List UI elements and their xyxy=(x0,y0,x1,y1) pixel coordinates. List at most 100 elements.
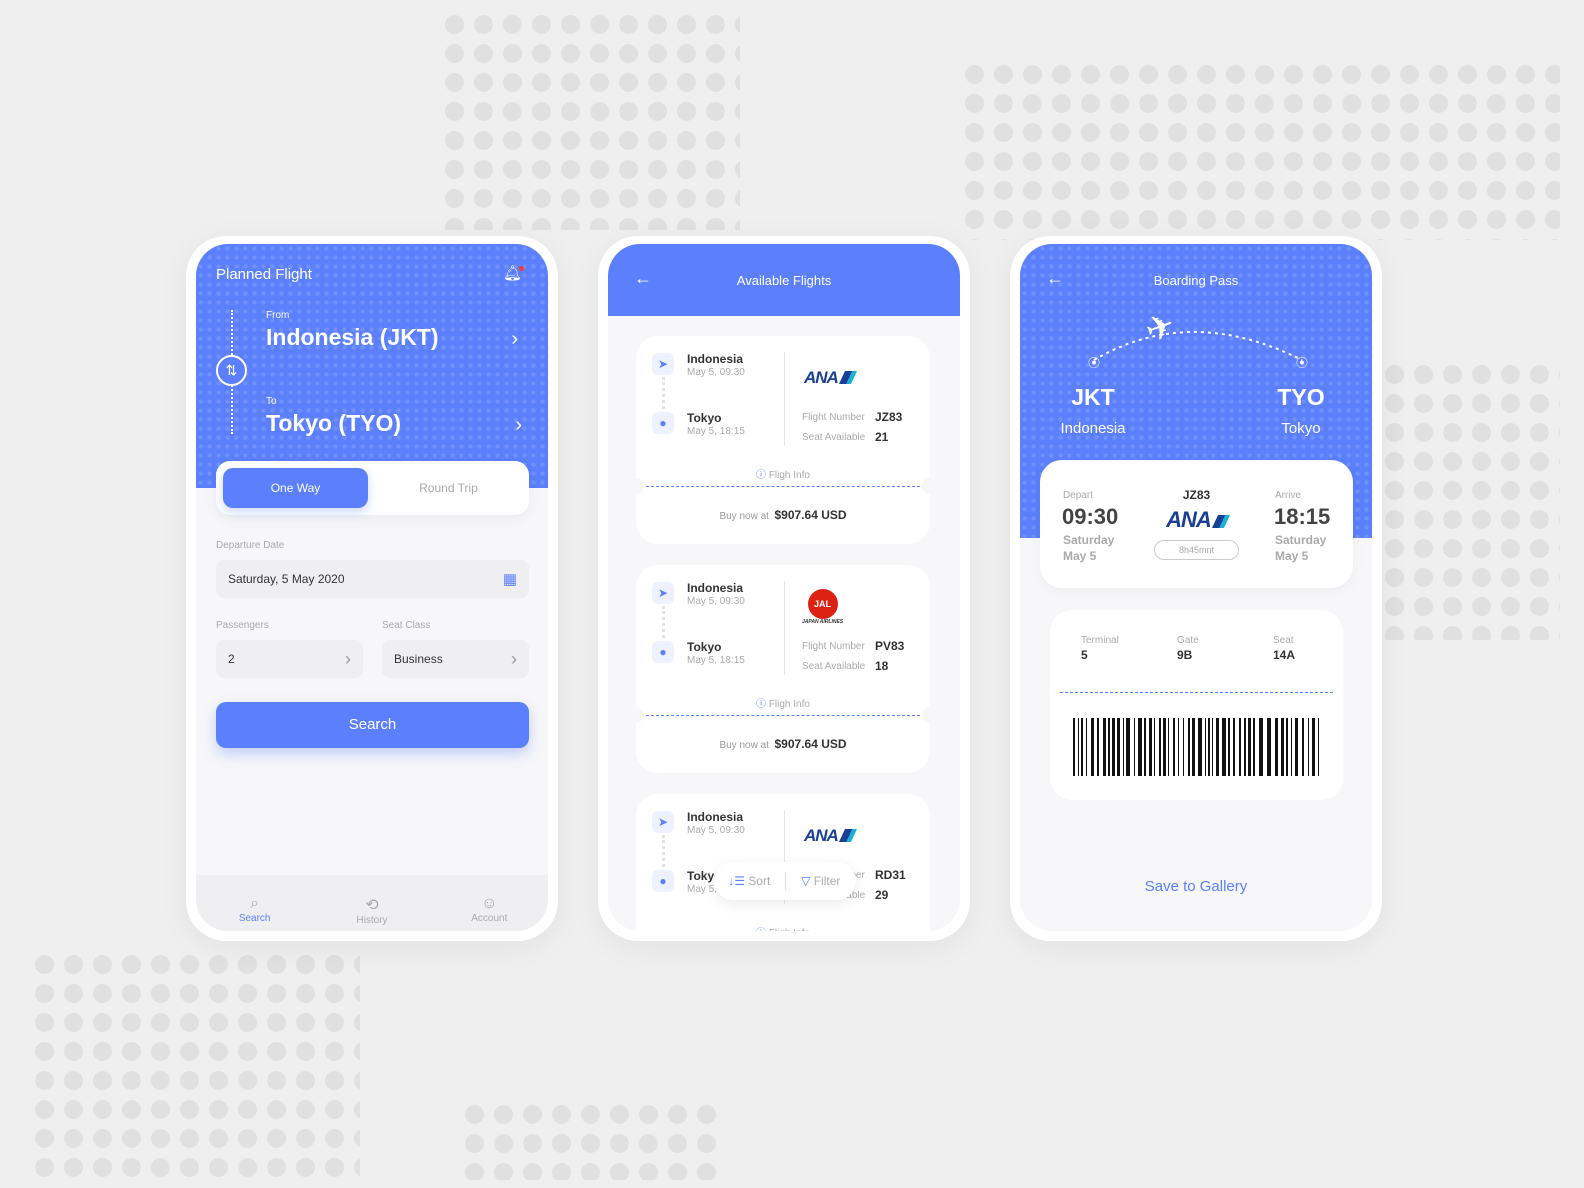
barcode-bar xyxy=(1178,718,1179,776)
sort-icon: ↓☰ xyxy=(728,874,745,888)
nav-history[interactable]: ⟲ History xyxy=(313,875,430,931)
nav-search[interactable]: ⌕ Search xyxy=(196,875,313,931)
flight-info-link[interactable]: ⓘ Fligh Info xyxy=(636,466,930,481)
tab-one-way[interactable]: One Way xyxy=(223,468,368,508)
calendar-icon[interactable]: ▦ xyxy=(503,570,517,588)
chevron-right-icon[interactable]: › xyxy=(515,414,522,437)
barcode xyxy=(1073,718,1319,776)
trip-type-toggle: One Way Round Trip xyxy=(216,461,529,515)
boarding-pass-phone: ← Boarding Pass ✈ ⦿ ⦿ JKT Indonesia TYO … xyxy=(1010,236,1382,941)
barcode-bar xyxy=(1117,718,1120,776)
info-icon: ⓘ xyxy=(756,470,767,481)
barcode-bar xyxy=(1275,718,1278,776)
departure-date-field[interactable]: Saturday, 5 May 2020 ▦ xyxy=(216,560,529,598)
barcode-bar xyxy=(1097,718,1099,776)
barcode-bar xyxy=(1091,718,1094,776)
arrive-label: Arrive xyxy=(1275,490,1302,501)
barcode-bar xyxy=(1302,718,1304,776)
barcode-bar xyxy=(1112,718,1115,776)
from-code: JKT xyxy=(1071,384,1115,410)
from-field[interactable]: Indonesia (JKT) xyxy=(266,324,439,351)
barcode-bar xyxy=(1312,718,1315,776)
barcode-bar xyxy=(1239,718,1241,776)
barcode-bar xyxy=(1205,718,1206,776)
flight-card[interactable]: ➤ ● Indonesia May 5, 09:30 Tokyo May 5, … xyxy=(628,565,938,773)
tab-round-trip[interactable]: Round Trip xyxy=(376,468,521,508)
map-dots xyxy=(30,950,360,1180)
info-icon: ⓘ xyxy=(756,928,766,931)
terminal-label: Terminal xyxy=(1081,635,1119,646)
barcode-bar xyxy=(1228,718,1230,776)
barcode-bar xyxy=(1253,718,1255,776)
duration-badge: 8h45mnt xyxy=(1154,540,1239,560)
to-label: To xyxy=(266,396,277,407)
barcode-bar xyxy=(1198,718,1202,776)
available-flights-phone: ← Available Flights ➤ ● Indonesia May 5,… xyxy=(598,236,970,941)
barcode-bar xyxy=(1126,718,1130,776)
gate-value: 9B xyxy=(1177,648,1193,662)
location-pin-icon: ● xyxy=(652,641,674,663)
barcode-bar xyxy=(1244,718,1246,776)
sort-label: Sort xyxy=(748,874,771,888)
barcode-bar xyxy=(1208,718,1210,776)
flight-info-link[interactable]: ⓘ Fligh Info xyxy=(636,924,930,931)
flight-number-label: Flight Number xyxy=(802,641,865,652)
filter-button[interactable]: ▽ Filter xyxy=(786,874,857,888)
barcode-bar xyxy=(1267,718,1271,776)
departure-value: Saturday, 5 May 2020 xyxy=(228,572,345,586)
barcode-bar xyxy=(1248,718,1251,776)
bell-icon[interactable]: 🔔︎ xyxy=(503,264,524,282)
barcode-bar xyxy=(1295,718,1298,776)
sort-button[interactable]: ↓☰ Sort xyxy=(714,874,785,888)
flight-number-label: Flight Number xyxy=(802,412,865,423)
jal-logo: JAL JAPAN AIRLINES xyxy=(802,589,843,625)
to-time: May 5, 18:15 xyxy=(687,655,745,666)
to-city: Tokyo xyxy=(1281,420,1321,437)
barcode-bar xyxy=(1259,718,1263,776)
ana-logo: ANA xyxy=(804,368,857,388)
filter-label: Filter xyxy=(813,874,841,888)
flight-card[interactable]: ➤ ● Indonesia May 5, 09:30 Tokyo May 5, … xyxy=(628,336,938,544)
page-title: Available Flights xyxy=(736,273,832,288)
nav-label: History xyxy=(356,915,388,926)
location-pin-icon: ● xyxy=(652,412,674,434)
barcode-bar xyxy=(1154,718,1155,776)
map-dots xyxy=(440,10,740,230)
barcode-bar xyxy=(1308,718,1309,776)
page-title: Boarding Pass xyxy=(1153,273,1239,288)
flight-number: JZ83 xyxy=(1182,488,1211,502)
departure-icon: ➤ xyxy=(652,353,674,375)
flight-info-link[interactable]: ⓘ Fligh Info xyxy=(636,695,930,710)
barcode-bar xyxy=(1163,718,1166,776)
nav-label: Search xyxy=(238,913,271,924)
search-button[interactable]: Search xyxy=(216,702,529,748)
barcode-bar xyxy=(1173,718,1175,776)
chevron-right-icon: › xyxy=(345,648,351,669)
swap-icon[interactable]: ⇅ xyxy=(216,355,247,386)
price-row[interactable]: Buy now at $907.64 USD xyxy=(636,737,930,751)
barcode-bar xyxy=(1318,718,1319,776)
passengers-field[interactable]: 2 › xyxy=(216,640,363,678)
chevron-right-icon[interactable]: › xyxy=(511,328,518,351)
save-to-gallery-button[interactable]: Save to Gallery xyxy=(1020,878,1372,895)
arrive-date: May 5 xyxy=(1275,549,1309,563)
nav-account[interactable]: ☺ Account xyxy=(431,875,548,931)
barcode-bar xyxy=(1073,718,1075,776)
from-label: From xyxy=(266,310,290,321)
to-code: TYO xyxy=(1277,384,1325,410)
flight-number: RD31 xyxy=(875,868,906,882)
to-city: Tokyo xyxy=(687,411,722,425)
pin-icon: ⦿ xyxy=(1088,356,1101,370)
barcode-bar xyxy=(1086,718,1087,776)
seats-available: 29 xyxy=(875,888,889,902)
to-time: May 5, 18:15 xyxy=(687,426,745,437)
barcode-bar xyxy=(1233,718,1235,776)
map-dots xyxy=(460,1100,720,1180)
price-row[interactable]: Buy now at $907.64 USD xyxy=(636,508,930,522)
to-field[interactable]: Tokyo (TYO) xyxy=(266,410,401,437)
seat-class-field[interactable]: Business › xyxy=(382,640,529,678)
flight-number: JZ83 xyxy=(875,410,903,424)
location-pin-icon: ● xyxy=(652,870,674,892)
from-time: May 5, 09:30 xyxy=(687,596,745,607)
price: $907.64 USD xyxy=(774,737,847,751)
